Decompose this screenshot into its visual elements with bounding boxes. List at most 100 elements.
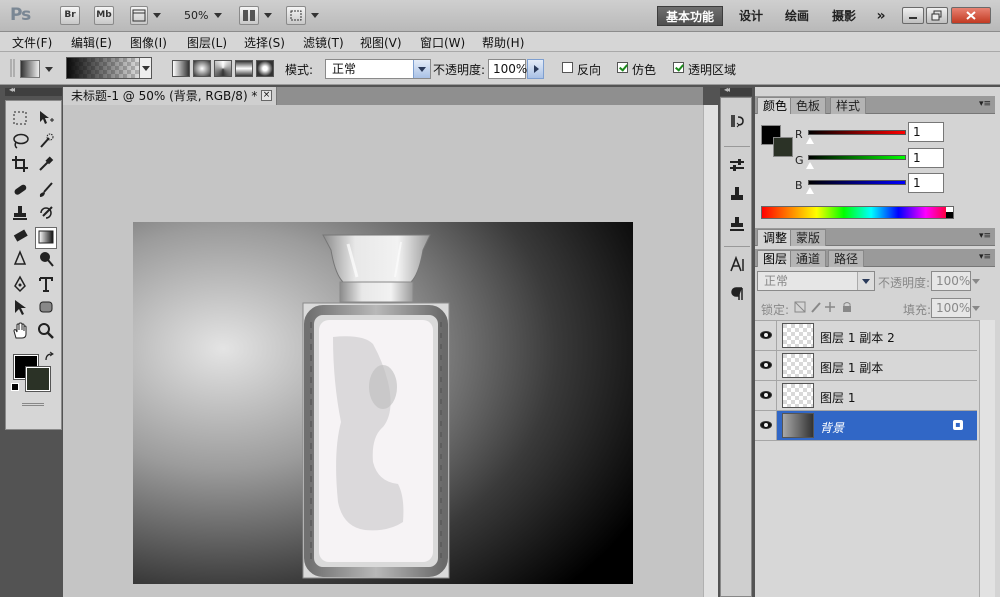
healing-brush-tool[interactable] <box>9 181 31 203</box>
green-value-input[interactable]: 1 <box>908 148 944 168</box>
opacity-input[interactable]: 100% <box>488 59 527 79</box>
dodge-tool[interactable] <box>35 250 57 272</box>
blue-slider-knob[interactable] <box>806 187 814 194</box>
zoom-tool[interactable] <box>35 322 57 344</box>
screen-mode-dropdown-icon[interactable] <box>311 13 319 18</box>
swap-colors-icon[interactable] <box>44 351 56 363</box>
type-tool[interactable] <box>35 275 57 297</box>
blue-value-input[interactable]: 1 <box>908 173 944 193</box>
menu-layer[interactable]: 图层(L) <box>187 34 227 51</box>
panel-menu-icon[interactable]: ▾≡ <box>979 99 991 109</box>
clone-stamp-tool[interactable] <box>9 204 31 226</box>
green-channel-slider[interactable] <box>808 155 906 160</box>
menu-window[interactable]: 窗口(W) <box>420 34 465 51</box>
tab-paths[interactable]: 路径 <box>828 250 865 267</box>
visibility-toggle[interactable] <box>755 411 777 440</box>
tab-channels[interactable]: 通道 <box>790 250 827 267</box>
workspace-design[interactable]: 设计 <box>732 6 770 26</box>
icon-dock-collapse-strip[interactable] <box>720 85 752 96</box>
character-panel-button[interactable] <box>726 255 748 278</box>
layer-opacity-input[interactable]: 100% <box>931 271 971 291</box>
linear-gradient-button[interactable] <box>172 60 190 77</box>
tab-swatches[interactable]: 色板 <box>790 97 827 114</box>
dither-checkbox[interactable] <box>617 62 628 73</box>
visibility-toggle[interactable] <box>755 381 777 410</box>
radial-gradient-button[interactable] <box>193 60 211 77</box>
menu-view[interactable]: 视图(V) <box>360 34 402 51</box>
document-vertical-scrollbar[interactable] <box>703 105 718 597</box>
layer-row[interactable]: 图层 1 <box>755 381 977 411</box>
red-value-input[interactable]: 1 <box>908 122 944 142</box>
arrange-documents-button[interactable] <box>239 6 259 25</box>
lasso-tool[interactable] <box>9 132 31 154</box>
spectrum-black-swatch[interactable] <box>946 212 953 218</box>
zoom-level[interactable]: 50% <box>184 9 208 22</box>
menu-file[interactable]: 文件(F) <box>12 34 52 51</box>
panel-menu-icon[interactable]: ▾≡ <box>979 231 991 241</box>
view-extras-button[interactable] <box>130 6 148 25</box>
menu-filter[interactable]: 滤镜(T) <box>303 34 344 51</box>
tab-masks[interactable]: 蒙版 <box>790 229 827 246</box>
arrange-dropdown-icon[interactable] <box>264 13 272 18</box>
visibility-toggle[interactable] <box>755 351 777 380</box>
history-brush-tool[interactable] <box>35 204 57 226</box>
layer-blend-mode-select[interactable]: 正常 <box>757 271 875 291</box>
close-document-icon[interactable]: × <box>261 90 272 101</box>
quick-selection-tool[interactable] <box>35 132 57 154</box>
move-tool[interactable] <box>35 109 57 131</box>
bridge-button[interactable]: Br <box>60 6 80 25</box>
eraser-tool[interactable] <box>9 227 31 249</box>
screen-mode-button[interactable] <box>286 6 306 25</box>
color-spectrum-ramp[interactable] <box>761 206 954 219</box>
visibility-toggle[interactable] <box>755 321 777 350</box>
canvas[interactable] <box>133 222 633 584</box>
opacity-slider-button[interactable] <box>527 59 544 79</box>
blend-mode-select[interactable]: 正常 <box>325 59 431 79</box>
tab-styles[interactable]: 样式 <box>830 97 867 114</box>
panel-menu-icon[interactable]: ▾≡ <box>979 252 991 262</box>
tool-presets-button[interactable] <box>726 214 748 236</box>
brush-presets-button[interactable] <box>726 156 748 178</box>
layer-opacity-arrow[interactable] <box>972 271 980 291</box>
toolbox-collapse-strip[interactable] <box>5 85 62 96</box>
menu-select[interactable]: 选择(S) <box>244 34 285 51</box>
minimize-button[interactable] <box>902 7 924 24</box>
eyedropper-tool[interactable] <box>35 155 57 177</box>
restore-button[interactable] <box>926 7 948 24</box>
tool-preset-picker[interactable] <box>20 60 40 78</box>
tool-preset-dropdown-icon[interactable] <box>45 67 53 72</box>
path-selection-tool[interactable] <box>9 298 31 320</box>
layer-row-background[interactable]: 背景 ▪ <box>755 411 977 441</box>
shape-tool[interactable] <box>35 298 57 320</box>
gradient-picker-button[interactable] <box>139 58 151 78</box>
color-panel-background-swatch[interactable] <box>773 137 793 157</box>
tab-adjustments[interactable]: 调整 <box>757 229 794 246</box>
layer-row[interactable]: 图层 1 副本 <box>755 351 977 381</box>
workspace-painting[interactable]: 绘画 <box>778 6 816 26</box>
blue-channel-slider[interactable] <box>808 180 906 185</box>
menu-image[interactable]: 图像(I) <box>130 34 167 51</box>
document-tab[interactable]: 未标题-1 @ 50% (背景, RGB/8) * × <box>63 87 277 105</box>
quick-mask-button[interactable] <box>22 403 44 406</box>
transparency-checkbox[interactable] <box>673 62 684 73</box>
background-color-swatch[interactable] <box>25 366 51 392</box>
hand-tool[interactable] <box>9 322 31 344</box>
layer-row[interactable]: 图层 1 副本 2 <box>755 321 977 351</box>
red-channel-slider[interactable] <box>808 130 906 135</box>
tab-color[interactable]: 颜色 <box>757 97 794 114</box>
workspace-photography[interactable]: 摄影 <box>825 6 863 26</box>
red-slider-knob[interactable] <box>806 137 814 144</box>
crop-tool[interactable] <box>9 155 31 177</box>
blur-tool[interactable] <box>9 250 31 272</box>
menu-help[interactable]: 帮助(H) <box>482 34 524 51</box>
reflected-gradient-button[interactable] <box>235 60 253 77</box>
zoom-dropdown-icon[interactable] <box>214 13 222 18</box>
fill-input[interactable]: 100% <box>931 298 971 318</box>
workspace-essentials[interactable]: 基本功能 <box>657 6 723 26</box>
brush-tool[interactable] <box>35 181 57 203</box>
fill-arrow[interactable] <box>972 298 980 318</box>
clone-source-button[interactable] <box>726 185 748 207</box>
paragraph-panel-button[interactable] <box>726 285 748 307</box>
lock-options[interactable] <box>794 300 864 314</box>
view-extras-dropdown-icon[interactable] <box>153 13 161 18</box>
